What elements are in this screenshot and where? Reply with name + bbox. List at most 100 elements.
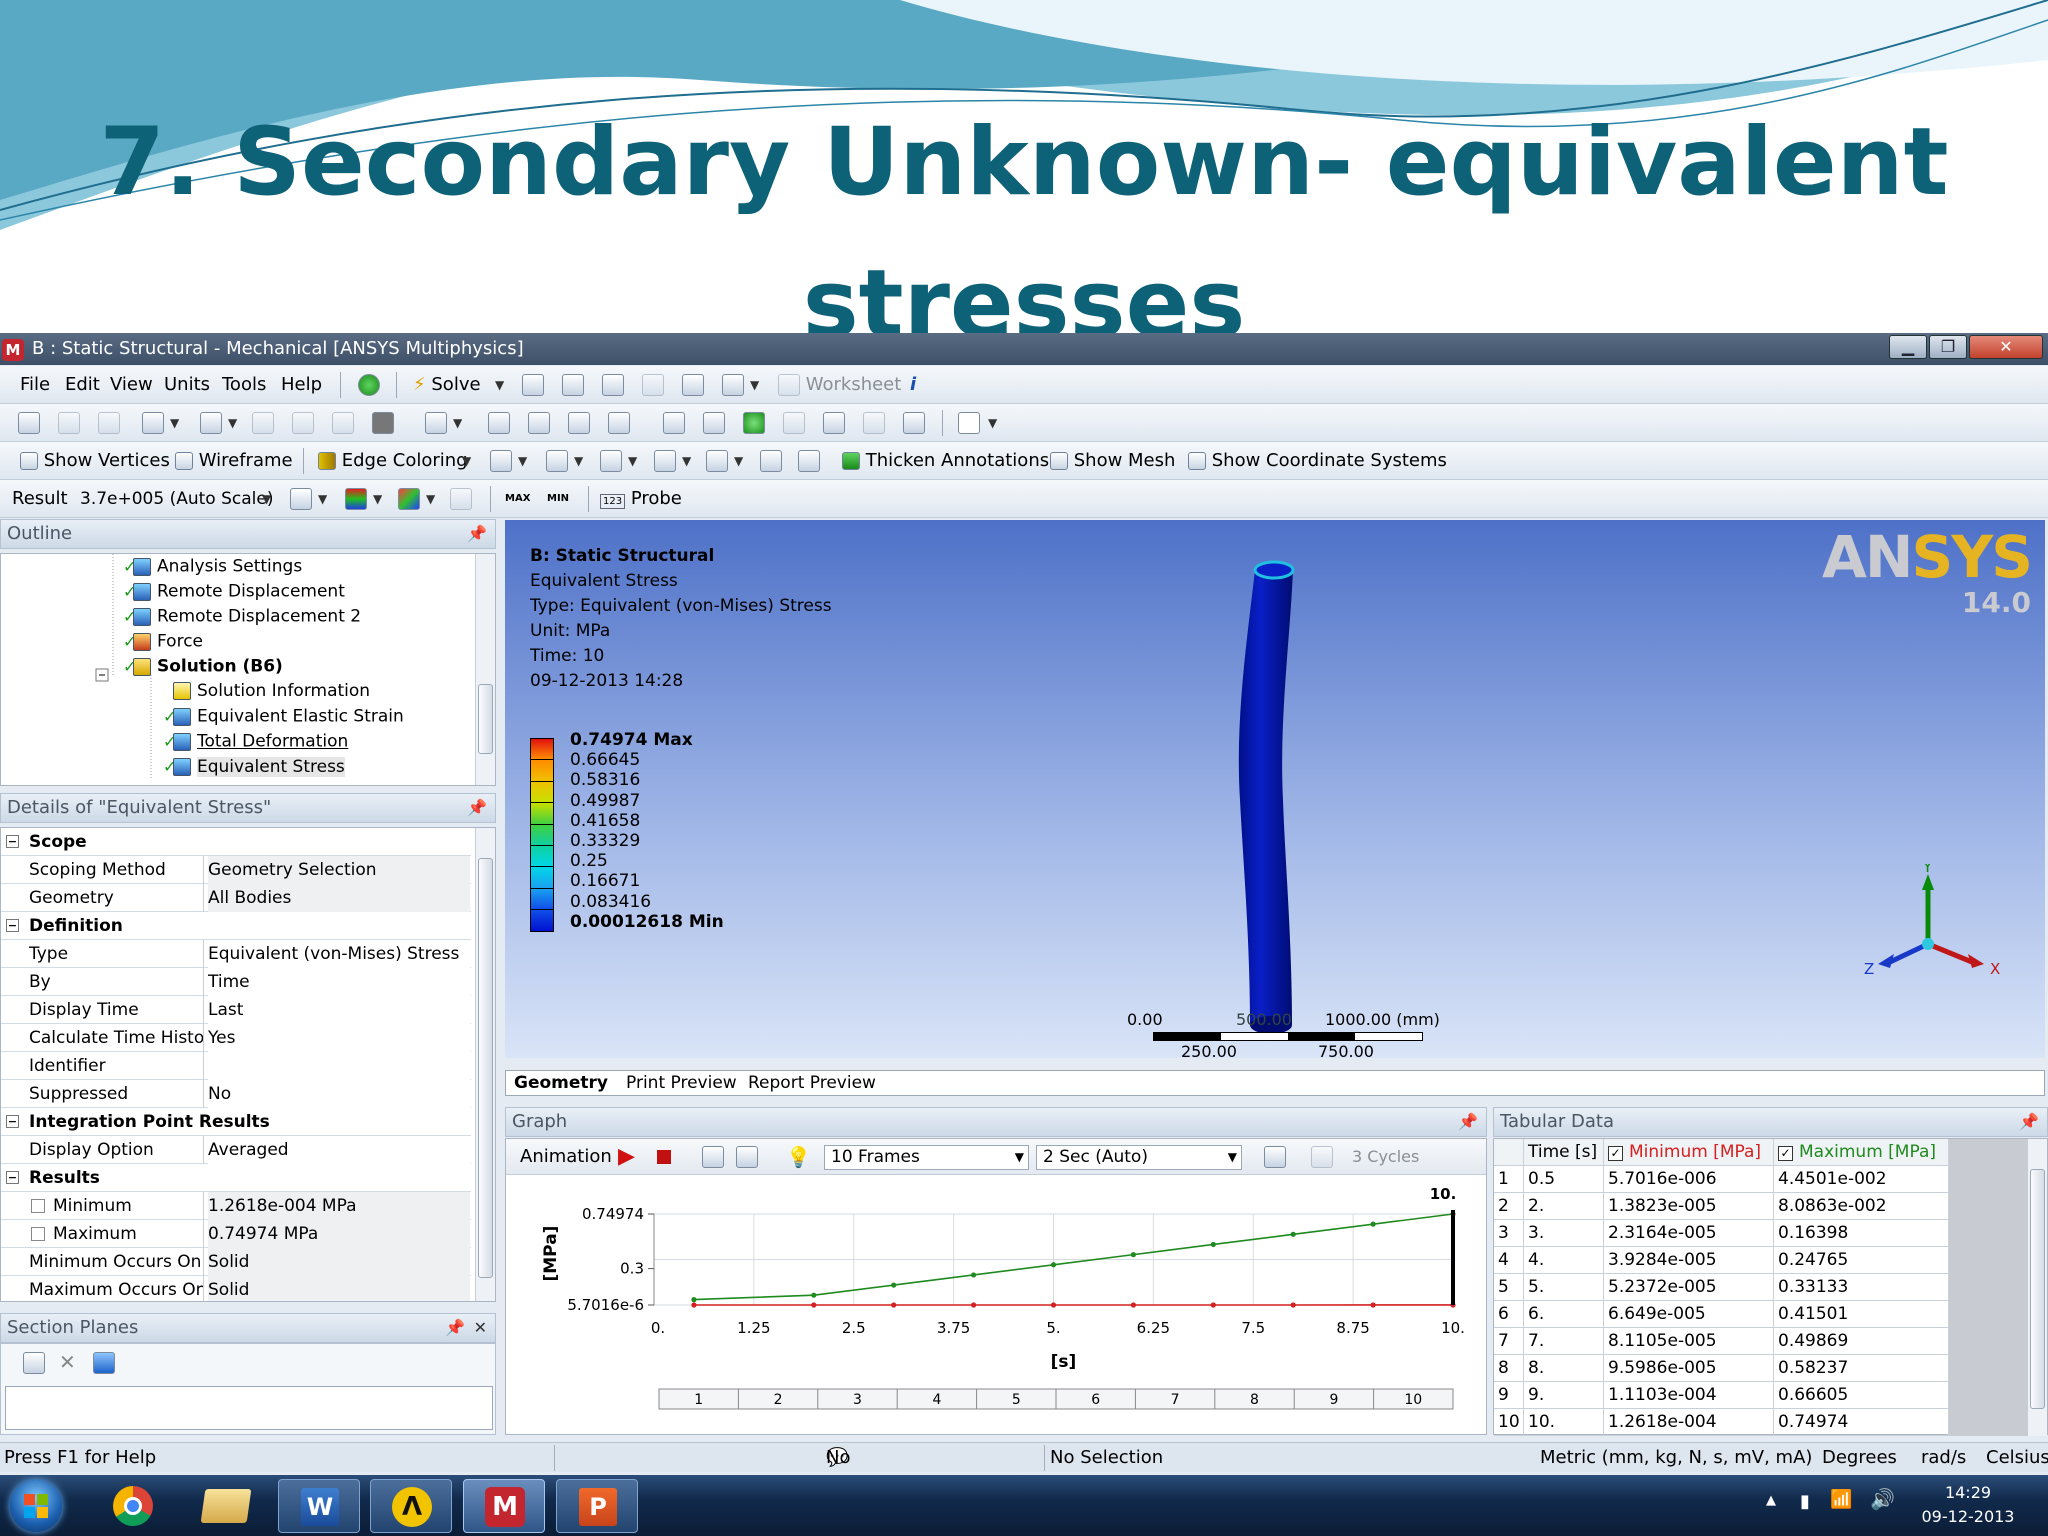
- taskbar-powerpoint[interactable]: P: [556, 1479, 638, 1533]
- deformation-scale-select[interactable]: 3.7e+005 (Auto Scale): [80, 480, 273, 518]
- section-planes-list[interactable]: [5, 1386, 493, 1430]
- tree-item-analysis-settings[interactable]: ✓ Analysis Settings: [123, 554, 302, 580]
- select-face-icon[interactable]: [332, 412, 354, 434]
- select-point-icon[interactable]: [58, 412, 80, 434]
- solve-button[interactable]: ⚡ Solve: [413, 366, 481, 404]
- edge-style-5-dropdown-icon[interactable]: ▼: [734, 442, 743, 480]
- details-row-identifier[interactable]: Identifier: [1, 1052, 471, 1080]
- select-body-icon[interactable]: [372, 412, 394, 434]
- edge-style-4-dropdown-icon[interactable]: ▼: [682, 442, 691, 480]
- details-row-display-option[interactable]: Display Option Averaged: [1, 1136, 471, 1164]
- edges-dropdown-icon[interactable]: ▼: [426, 480, 435, 518]
- image-dropdown-icon[interactable]: ▼: [750, 366, 759, 404]
- chart-icon[interactable]: [602, 374, 624, 396]
- details-row-type[interactable]: Type Equivalent (von-Mises) Stress: [1, 940, 471, 968]
- edges-display-icon[interactable]: [398, 488, 420, 510]
- new-analysis-icon[interactable]: [522, 374, 544, 396]
- solve-dropdown-icon[interactable]: ▼: [495, 366, 504, 404]
- maximum-series-checkbox[interactable]: ✓: [1778, 1146, 1793, 1161]
- maximum-checkbox[interactable]: [31, 1227, 45, 1241]
- details-row-display-time[interactable]: Display Time Last: [1, 996, 471, 1024]
- details-scrollbar[interactable]: [475, 828, 495, 1301]
- scale-dropdown-icon[interactable]: ▼: [262, 480, 271, 518]
- start-button[interactable]: [10, 1480, 62, 1532]
- tree-item-remote-displacement[interactable]: ✓ Remote Displacement: [123, 579, 345, 605]
- collapse-icon[interactable]: −: [6, 1171, 19, 1184]
- details-row-by[interactable]: By Time: [1, 968, 471, 996]
- worksheet-button[interactable]: Worksheet: [778, 366, 901, 404]
- details-value[interactable]: [208, 1052, 470, 1080]
- status-temperature-unit[interactable]: Celsius: [1986, 1443, 2048, 1473]
- annotation-bracket-icon[interactable]: [798, 450, 820, 472]
- details-row-scoping-method[interactable]: Scoping Method Geometry Selection: [1, 856, 471, 884]
- details-row-geometry[interactable]: Geometry All Bodies: [1, 884, 471, 912]
- duration-select[interactable]: 2 Sec (Auto) ▼: [1036, 1145, 1242, 1170]
- tabular-scrollbar[interactable]: [2027, 1139, 2047, 1436]
- layout-dropdown-icon[interactable]: ▼: [988, 404, 997, 442]
- new-section-plane-icon[interactable]: [23, 1352, 45, 1374]
- lightbulb-icon[interactable]: 💡: [786, 1139, 811, 1175]
- box-zoom-icon[interactable]: [608, 412, 630, 434]
- tabular-scroll-thumb[interactable]: [2030, 1169, 2045, 1409]
- contour-dropdown-icon[interactable]: ▼: [373, 480, 382, 518]
- status-rotation-unit[interactable]: rad/s: [1921, 1443, 1966, 1473]
- select-edge-icon[interactable]: [292, 412, 314, 434]
- taskbar-ansys-mechanical[interactable]: M: [463, 1479, 545, 1533]
- distributed-frames-icon[interactable]: [702, 1146, 724, 1168]
- tree-item-solution-information[interactable]: Solution Information: [163, 679, 370, 704]
- details-value[interactable]: All Bodies: [208, 884, 470, 912]
- outline-scrollbar[interactable]: [475, 554, 495, 785]
- text-annotation-icon[interactable]: [682, 374, 704, 396]
- taskbar-clock[interactable]: 14:29 09-12-2013: [1918, 1481, 2018, 1529]
- menu-tools[interactable]: Tools: [222, 366, 266, 404]
- network-icon[interactable]: 📶: [1830, 1489, 1852, 1510]
- min-label-button[interactable]: MIN: [547, 480, 569, 518]
- details-group-integration-point-results[interactable]: − Integration Point Results: [1, 1108, 471, 1136]
- details-value[interactable]: Averaged: [208, 1136, 470, 1164]
- set-view-icon[interactable]: [863, 412, 885, 434]
- details-group-definition[interactable]: − Definition: [1, 912, 471, 940]
- next-view-icon[interactable]: [783, 412, 805, 434]
- edge-style-4-icon[interactable]: [654, 450, 676, 472]
- pan-icon[interactable]: [528, 412, 550, 434]
- edge-coloring-button[interactable]: Edge Coloring: [318, 442, 468, 480]
- image-icon[interactable]: [722, 374, 744, 396]
- tree-item-remote-displacement-2[interactable]: ✓ Remote Displacement 2: [123, 604, 361, 630]
- extend-selection-icon[interactable]: [425, 412, 447, 434]
- result-sets-icon[interactable]: [736, 1146, 758, 1168]
- taskbar-chrome[interactable]: [92, 1479, 174, 1533]
- taskbar-word[interactable]: W: [278, 1479, 360, 1533]
- taskbar-ansys-workbench[interactable]: Λ: [370, 1479, 452, 1533]
- select-vertex-icon[interactable]: [252, 412, 274, 434]
- tree-item-force[interactable]: ✓ Force: [123, 629, 203, 655]
- menu-units[interactable]: Units: [164, 366, 210, 404]
- show-mesh-button[interactable]: Show Mesh: [1050, 442, 1175, 480]
- pointer-dropdown-icon[interactable]: ▼: [228, 404, 237, 442]
- minimum-series-checkbox[interactable]: ✓: [1608, 1146, 1623, 1161]
- details-row-maximum-occurs-on[interactable]: Maximum Occurs On Solid: [1, 1276, 471, 1301]
- details-row-minimum-occurs-on[interactable]: Minimum Occurs On Solid: [1, 1248, 471, 1276]
- tab-geometry[interactable]: Geometry: [514, 1071, 608, 1095]
- pin-icon[interactable]: 📌: [467, 520, 487, 548]
- zoom-icon[interactable]: [568, 412, 590, 434]
- status-units[interactable]: Metric (mm, kg, N, s, mV, mA): [1540, 1443, 1812, 1473]
- collapse-icon[interactable]: −: [6, 835, 19, 848]
- edge-style-3-icon[interactable]: [600, 450, 622, 472]
- validate-check-icon[interactable]: [358, 374, 380, 396]
- tree-item-solution[interactable]: ✓ Solution (B6): [123, 654, 283, 680]
- box-select-dropdown-icon[interactable]: ▼: [170, 404, 179, 442]
- geometry-dropdown-icon[interactable]: ▼: [318, 480, 327, 518]
- details-value[interactable]: Equivalent (von-Mises) Stress: [208, 940, 470, 968]
- taskbar-explorer[interactable]: [185, 1479, 267, 1533]
- probe-button[interactable]: 123 Probe: [600, 480, 682, 521]
- details-group-results[interactable]: − Results: [1, 1164, 471, 1192]
- stop-icon[interactable]: [657, 1150, 671, 1164]
- edge-coloring-dropdown-icon[interactable]: ▼: [462, 442, 471, 480]
- close-window-button[interactable]: ✕: [1969, 335, 2043, 359]
- vector-display-icon[interactable]: [450, 488, 472, 510]
- select-mode-icon[interactable]: [18, 412, 40, 434]
- show-coordinate-systems-button[interactable]: Show Coordinate Systems: [1188, 442, 1447, 480]
- details-row-minimum[interactable]: Minimum 1.2618e-004 MPa: [1, 1192, 471, 1220]
- play-icon[interactable]: ▶: [618, 1139, 635, 1175]
- details-value[interactable]: No: [208, 1080, 470, 1108]
